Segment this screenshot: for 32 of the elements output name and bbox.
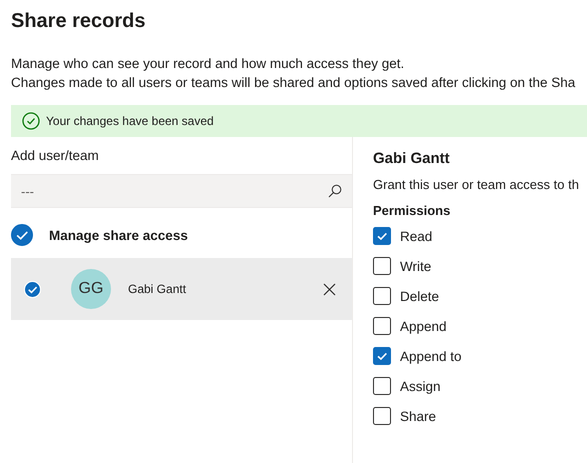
select-all-checkbox[interactable] bbox=[11, 224, 33, 246]
description-text: Changes made to all users or teams will be shared and options saved after clicking on the Sha bbox=[11, 74, 576, 92]
permission-checkbox[interactable] bbox=[373, 287, 391, 305]
permission-label: Assign bbox=[400, 378, 441, 394]
permission-checkbox[interactable] bbox=[373, 227, 391, 245]
search-field[interactable]: --- bbox=[11, 174, 352, 208]
permission-label: Write bbox=[400, 258, 432, 274]
grant-hint: Grant this user or team access to th bbox=[373, 177, 579, 194]
permission-label: Append to bbox=[400, 348, 462, 364]
permission-label: Share bbox=[400, 408, 436, 424]
user-avatar: GG bbox=[71, 269, 111, 309]
banner-message: Your changes have been saved bbox=[46, 114, 214, 128]
user-row[interactable]: GG Gabi Gantt bbox=[11, 258, 352, 320]
permission-checkbox[interactable] bbox=[373, 317, 391, 335]
permission-label: Delete bbox=[400, 288, 440, 304]
check-circle-icon bbox=[22, 112, 40, 130]
permission-checkbox[interactable] bbox=[373, 407, 391, 425]
permission-checkbox[interactable] bbox=[373, 377, 391, 395]
permission-label: Read bbox=[400, 228, 432, 244]
user-heading: Gabi Gantt bbox=[373, 150, 451, 169]
manage-access-label: Manage share access bbox=[49, 228, 188, 242]
row-checkbox[interactable] bbox=[24, 280, 41, 298]
permission-label: Append bbox=[400, 318, 447, 334]
permissions-heading: Permissions bbox=[373, 203, 452, 220]
permission-checkbox[interactable] bbox=[373, 347, 391, 365]
user-name: Gabi Gantt bbox=[128, 282, 188, 296]
page-title: Share records bbox=[11, 9, 147, 34]
description-text: Manage who can see your record and how much access they get. bbox=[11, 55, 404, 73]
field-label: Add user/team bbox=[11, 148, 100, 165]
search-icon bbox=[328, 184, 342, 198]
close-icon[interactable] bbox=[323, 282, 336, 296]
permission-checkbox[interactable] bbox=[373, 257, 391, 275]
